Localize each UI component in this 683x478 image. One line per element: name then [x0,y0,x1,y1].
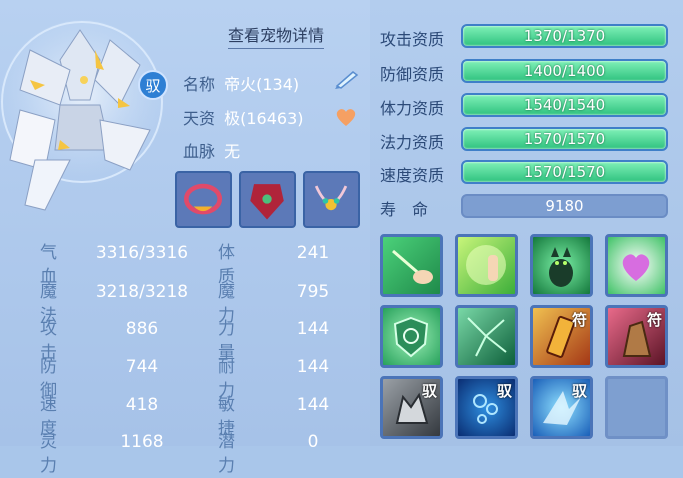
finger-point-icon [392,249,433,284]
shatter-icon [467,317,507,357]
skill-slot-10[interactable]: 驭 [455,376,518,439]
skill-mark: 驭 [421,382,437,400]
quality-bar: 1370/1370 [461,24,668,48]
attr-value: 0 [307,432,319,452]
attr-value: 144 [296,357,330,377]
skill-slot-empty[interactable] [605,376,668,439]
pet-name-row: 名称 帝火(134) [183,71,299,95]
skill-slot-2[interactable] [455,234,518,297]
quality-label: 体力资质 [380,99,445,118]
quality-attack-row: 攻击资质 1370/1370 [380,24,670,50]
stat-value: 886 [125,319,159,339]
black-cat-icon [549,247,573,287]
pet-blood-value: 无 [224,142,241,161]
pet-blood-label: 血脉 [183,142,216,161]
view-pet-details-link[interactable]: 查看宠物详情 [228,22,325,49]
quality-label: 速度资质 [380,166,445,185]
stat-value: 418 [125,395,159,415]
quality-bar: 1540/1540 [461,93,668,117]
equip-slot-collar[interactable] [175,171,232,228]
attr-value: 795 [296,282,330,302]
raised-palm-icon [466,245,506,285]
skill-slot-5[interactable] [380,305,443,368]
lifespan-row: 寿 命 9180 [380,194,670,220]
skill-slot-8[interactable]: 符 [605,305,668,368]
quality-bar: 1570/1570 [461,127,668,151]
lifespan-value: 9180 [545,197,584,215]
skill-slot-6[interactable] [455,305,518,368]
quality-value: 1570/1570 [523,130,606,148]
stat-value: 1168 [120,432,164,452]
quality-label: 防御资质 [380,65,445,84]
equip-slot-armor[interactable] [239,171,296,228]
attr-value: 144 [296,319,330,339]
lifespan-bar: 9180 [461,194,668,218]
attr-value: 241 [296,243,330,263]
skill-mark: 符 [571,311,587,329]
attr-value: 144 [296,395,330,415]
quality-value: 1400/1400 [523,62,606,80]
attr-label: 潜力 [218,432,235,476]
skill-slot-9[interactable]: 驭 [380,376,443,439]
quality-label: 法力资质 [380,133,445,152]
quality-bar: 1570/1570 [461,160,668,184]
quality-value: 1540/1540 [523,96,606,114]
quality-bar: 1400/1400 [461,59,668,83]
quality-defense-row: 防御资质 1400/1400 [380,59,670,85]
heart-icon[interactable] [334,106,358,128]
skill-slot-3[interactable] [530,234,593,297]
equip-slot-necklace[interactable] [303,171,360,228]
skill-mark: 驭 [496,382,512,400]
quality-label: 攻击资质 [380,30,445,49]
skill-slot-4[interactable] [605,234,668,297]
stat-value: 3316/3316 [95,243,189,263]
quality-value: 1370/1370 [523,27,606,45]
quality-mana-row: 法力资质 1570/1570 [380,127,670,153]
pet-talent-row: 天资 极(16463) [183,105,304,129]
edit-pen-icon[interactable] [333,68,361,90]
pet-name-value: 帝火(134) [224,75,300,94]
quality-value: 1570/1570 [523,163,606,181]
pet-blood-row: 血脉 无 [183,138,240,162]
pet-name-label: 名称 [183,75,216,94]
stat-label: 灵力 [40,432,57,476]
lifespan-label: 寿 命 [380,200,429,219]
bound-badge: 驭 [138,70,168,100]
skill-slot-1[interactable] [380,234,443,297]
shield-icon [393,316,429,358]
pet-portrait [0,10,165,220]
stat-value: 3218/3218 [95,282,189,302]
pet-talent-label: 天资 [183,109,216,128]
skill-mark: 驭 [571,382,587,400]
stat-value: 744 [125,357,159,377]
pet-talent-value: 极(16463) [224,109,304,128]
skill-slot-11[interactable]: 驭 [530,376,593,439]
quality-speed-row: 速度资质 1570/1570 [380,160,670,186]
skill-mark: 符 [646,311,662,329]
skill-slot-7[interactable]: 符 [530,305,593,368]
heart-sparkle-icon [622,254,650,281]
quality-stamina-row: 体力资质 1540/1540 [380,93,670,119]
